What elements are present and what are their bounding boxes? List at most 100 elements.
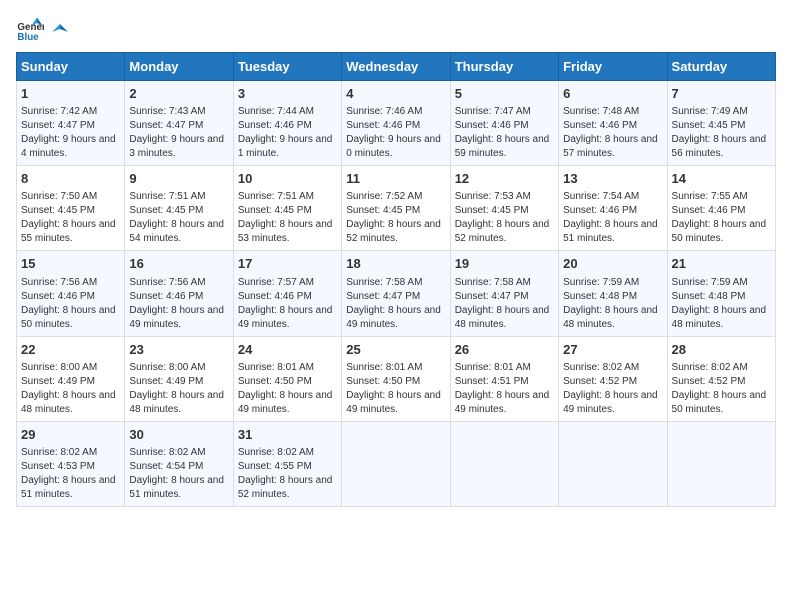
col-header-monday: Monday — [125, 53, 233, 81]
daylight-label: Daylight: 8 hours and 52 minutes. — [455, 219, 550, 244]
day-cell: 21Sunrise: 7:59 AMSunset: 4:48 PMDayligh… — [667, 251, 775, 336]
sunrise-label: Sunrise: 8:01 AM — [346, 362, 422, 373]
daylight-label: Daylight: 8 hours and 50 minutes. — [672, 390, 767, 415]
sunset-label: Sunset: 4:50 PM — [346, 376, 420, 387]
daylight-label: Daylight: 8 hours and 49 minutes. — [238, 305, 333, 330]
sunrise-label: Sunrise: 7:53 AM — [455, 191, 531, 202]
daylight-label: Daylight: 8 hours and 52 minutes. — [238, 475, 333, 500]
daylight-label: Daylight: 8 hours and 49 minutes. — [563, 390, 658, 415]
daylight-label: Daylight: 8 hours and 48 minutes. — [129, 390, 224, 415]
sunset-label: Sunset: 4:45 PM — [238, 205, 312, 216]
daylight-label: Daylight: 8 hours and 54 minutes. — [129, 219, 224, 244]
sunset-label: Sunset: 4:46 PM — [238, 291, 312, 302]
day-cell: 9 Sunrise: 7:51 AM Sunset: 4:45 PM Daylight… — [125, 166, 233, 251]
daylight-label: Daylight: 9 hours and 0 minutes. — [346, 134, 441, 159]
day-number: 20 — [563, 255, 662, 273]
sunset-label: Sunset: 4:53 PM — [21, 461, 95, 472]
daylight-label: Daylight: 8 hours and 55 minutes. — [21, 219, 116, 244]
day-number: 29 — [21, 426, 120, 444]
daylight-label: Daylight: 8 hours and 48 minutes. — [672, 305, 767, 330]
sunset-label: Sunset: 4:55 PM — [238, 461, 312, 472]
col-header-sunday: Sunday — [17, 53, 125, 81]
day-cell: 6Sunrise: 7:48 AMSunset: 4:46 PMDaylight… — [559, 81, 667, 166]
daylight-label: Daylight: 8 hours and 51 minutes. — [129, 475, 224, 500]
sunset-label: Sunset: 4:54 PM — [129, 461, 203, 472]
daylight-label: Daylight: 8 hours and 52 minutes. — [346, 219, 441, 244]
sunrise-label: Sunrise: 7:50 AM — [21, 191, 97, 202]
day-cell — [667, 421, 775, 506]
sunset-label: Sunset: 4:47 PM — [455, 291, 529, 302]
week-row-2: 8Sunrise: 7:50 AMSunset: 4:45 PMDaylight… — [17, 166, 776, 251]
day-cell: 2Sunrise: 7:43 AMSunset: 4:47 PMDaylight… — [125, 81, 233, 166]
col-header-tuesday: Tuesday — [233, 53, 341, 81]
week-row-1: 1Sunrise: 7:42 AMSunset: 4:47 PMDaylight… — [17, 81, 776, 166]
day-number: 15 — [21, 255, 120, 273]
sunrise-label: Sunrise: 7:51 AM — [238, 191, 314, 202]
day-cell: 28Sunrise: 8:02 AMSunset: 4:52 PMDayligh… — [667, 336, 775, 421]
day-cell: 27 Sunrise: 8:02 AM Sunset: 4:52 PM Dayligh… — [559, 336, 667, 421]
sunrise-label: Sunrise: 7:48 AM — [563, 106, 639, 117]
sunrise-label: Sunrise: 7:43 AM — [129, 106, 205, 117]
sunset-label: Sunset: 4:46 PM — [21, 291, 95, 302]
sunrise-label: Sunrise: 7:51 AM — [129, 191, 205, 202]
day-cell: 13Sunrise: 7:54 AMSunset: 4:46 PMDayligh… — [559, 166, 667, 251]
daylight-label: Daylight: 8 hours and 48 minutes. — [21, 390, 116, 415]
day-number: 3 — [238, 85, 337, 103]
daylight-label: Daylight: 8 hours and 48 minutes. — [563, 305, 658, 330]
sunset-label: Sunset: 4:47 PM — [129, 120, 203, 131]
sunrise-label: Sunrise: 7:58 AM — [455, 277, 531, 288]
sunset-label: Sunset: 4:47 PM — [21, 120, 95, 131]
sunset-label: Sunset: 4:47 PM — [346, 291, 420, 302]
day-cell: 16Sunrise: 7:56 AMSunset: 4:46 PMDayligh… — [125, 251, 233, 336]
daylight-label: Daylight: 9 hours and 4 minutes. — [21, 134, 116, 159]
daylight-label: Daylight: 9 hours and 3 minutes. — [129, 134, 224, 159]
daylight-label: Daylight: 8 hours and 53 minutes. — [238, 219, 333, 244]
day-number: 14 — [672, 170, 771, 188]
sunrise-label: Sunrise: 7:47 AM — [455, 106, 531, 117]
day-number: 31 — [238, 426, 337, 444]
daylight-label: Daylight: 9 hours and 1 minute. — [238, 134, 333, 159]
daylight-label: Daylight: 8 hours and 49 minutes. — [346, 390, 441, 415]
sunrise-label: Sunrise: 7:56 AM — [129, 277, 205, 288]
sunset-label: Sunset: 4:50 PM — [238, 376, 312, 387]
day-cell — [559, 421, 667, 506]
sunrise-label: Sunrise: 7:59 AM — [563, 277, 639, 288]
day-cell: 12Sunrise: 7:53 AMSunset: 4:45 PMDayligh… — [450, 166, 558, 251]
day-number: 11 — [346, 170, 445, 188]
sunset-label: Sunset: 4:46 PM — [346, 120, 420, 131]
day-number: 24 — [238, 341, 337, 359]
day-number: 22 — [21, 341, 120, 359]
day-cell: 23Sunrise: 8:00 AMSunset: 4:49 PMDayligh… — [125, 336, 233, 421]
sunset-label: Sunset: 4:46 PM — [672, 205, 746, 216]
day-cell: 15Sunrise: 7:56 AMSunset: 4:46 PMDayligh… — [17, 251, 125, 336]
sunset-label: Sunset: 4:45 PM — [672, 120, 746, 131]
header: General Blue — [16, 16, 776, 44]
sunset-label: Sunset: 4:46 PM — [455, 120, 529, 131]
logo: General Blue — [16, 16, 72, 44]
day-number: 5 — [455, 85, 554, 103]
day-number: 1 — [21, 85, 120, 103]
day-cell: 10Sunrise: 7:51 AMSunset: 4:45 PMDayligh… — [233, 166, 341, 251]
sunset-label: Sunset: 4:48 PM — [672, 291, 746, 302]
sunset-label: Sunset: 4:46 PM — [563, 205, 637, 216]
sunrise-label: Sunrise: 8:00 AM — [129, 362, 205, 373]
sunrise-label: Sunrise: 8:02 AM — [563, 362, 639, 373]
daylight-label: Daylight: 8 hours and 50 minutes. — [672, 219, 767, 244]
col-header-friday: Friday — [559, 53, 667, 81]
logo-icon: General Blue — [16, 16, 44, 44]
col-header-thursday: Thursday — [450, 53, 558, 81]
daylight-label: Daylight: 8 hours and 51 minutes. — [563, 219, 658, 244]
daylight-label: Daylight: 8 hours and 49 minutes. — [238, 390, 333, 415]
day-number: 18 — [346, 255, 445, 273]
day-number: 27 — [563, 341, 662, 359]
sunrise-label: Sunrise: 7:54 AM — [563, 191, 639, 202]
sunset-label: Sunset: 4:45 PM — [129, 205, 203, 216]
day-number: 19 — [455, 255, 554, 273]
day-number: 9 — [129, 170, 228, 188]
sunrise-label: Sunrise: 8:02 AM — [238, 447, 314, 458]
day-number: 23 — [129, 341, 228, 359]
sunset-label: Sunset: 4:52 PM — [563, 376, 637, 387]
sunrise-label: Sunrise: 8:02 AM — [21, 447, 97, 458]
sunset-label: Sunset: 4:49 PM — [21, 376, 95, 387]
sunrise-label: Sunrise: 8:02 AM — [672, 362, 748, 373]
